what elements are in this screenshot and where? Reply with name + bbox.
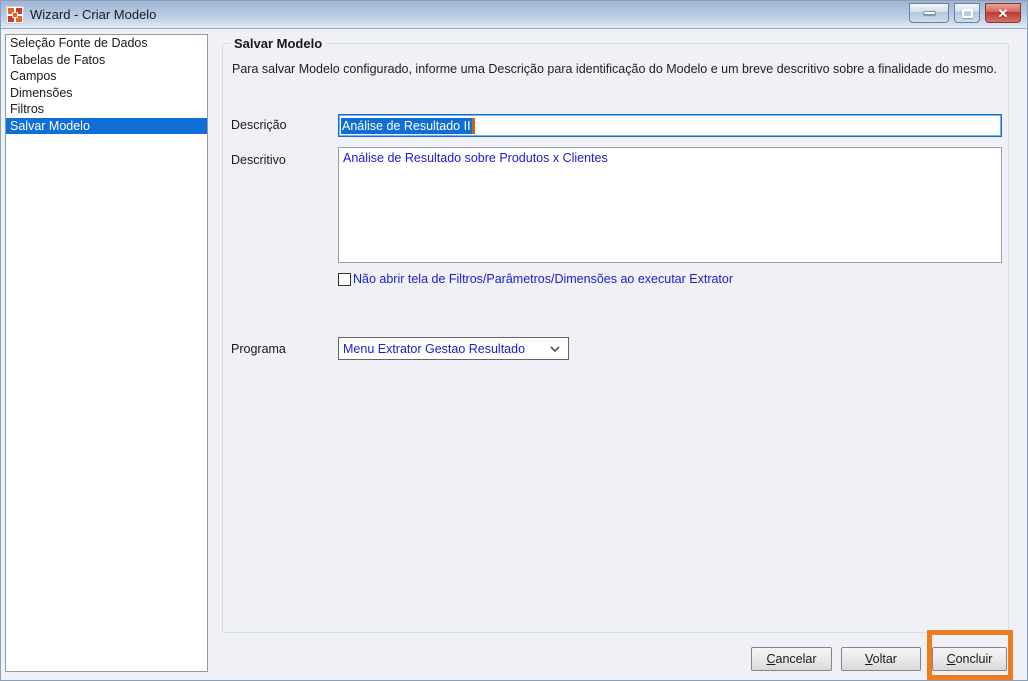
descritivo-value: Análise de Resultado sobre Produtos x Cl… (343, 151, 608, 165)
step-dimensoes[interactable]: Dimensões (6, 85, 207, 102)
chevron-down-icon (550, 346, 560, 353)
minimize-icon (922, 11, 936, 15)
app-icon (6, 5, 24, 24)
text-caret (471, 117, 475, 134)
wizard-dialog: Wizard - Criar Modelo ✕ Seleção Fonte de… (0, 0, 1028, 681)
step-tabelas-de-fatos[interactable]: Tabelas de Fatos (6, 52, 207, 69)
titlebar[interactable]: Wizard - Criar Modelo ✕ (1, 1, 1027, 29)
programa-label: Programa (231, 342, 286, 356)
checkbox-label: Não abrir tela de Filtros/Parâmetros/Dim… (353, 272, 734, 286)
descritivo-label: Descritivo (231, 153, 286, 167)
step-selecao-fonte-de-dados[interactable]: Seleção Fonte de Dados (6, 35, 207, 52)
instructions-text: Para salvar Modelo configurado, informe … (232, 62, 997, 76)
descricao-label: Descrição (231, 118, 287, 132)
cancelar-button[interactable]: Cancelar (751, 647, 832, 671)
close-button[interactable]: ✕ (985, 3, 1021, 23)
descricao-input[interactable]: Análise de Resultado II (338, 114, 1002, 137)
checkbox-unchecked-icon[interactable] (338, 272, 351, 286)
step-campos[interactable]: Campos (6, 68, 207, 85)
programa-value: Menu Extrator Gestao Resultado (343, 341, 526, 356)
window-title: Wizard - Criar Modelo (30, 7, 157, 22)
descricao-value: Análise de Resultado II (341, 117, 472, 134)
maximize-button[interactable] (954, 3, 980, 23)
close-icon: ✕ (997, 5, 1009, 21)
programa-dropdown[interactable]: Menu Extrator Gestao Resultado (338, 337, 569, 360)
voltar-button[interactable]: Voltar (841, 647, 921, 671)
descritivo-textarea[interactable]: Análise de Resultado sobre Produtos x Cl… (338, 147, 1002, 263)
minimize-button[interactable] (909, 3, 949, 23)
nao-abrir-tela-checkbox-row[interactable]: Não abrir tela de Filtros/Parâmetros/Dim… (338, 272, 733, 286)
concluir-button[interactable]: Concluir (932, 647, 1007, 671)
wizard-steps-list: Seleção Fonte de Dados Tabelas de Fatos … (5, 34, 208, 672)
groupbox-title: Salvar Modelo (230, 36, 327, 51)
step-salvar-modelo[interactable]: Salvar Modelo (6, 117, 207, 134)
maximize-icon (961, 8, 973, 18)
step-filtros[interactable]: Filtros (6, 101, 207, 118)
